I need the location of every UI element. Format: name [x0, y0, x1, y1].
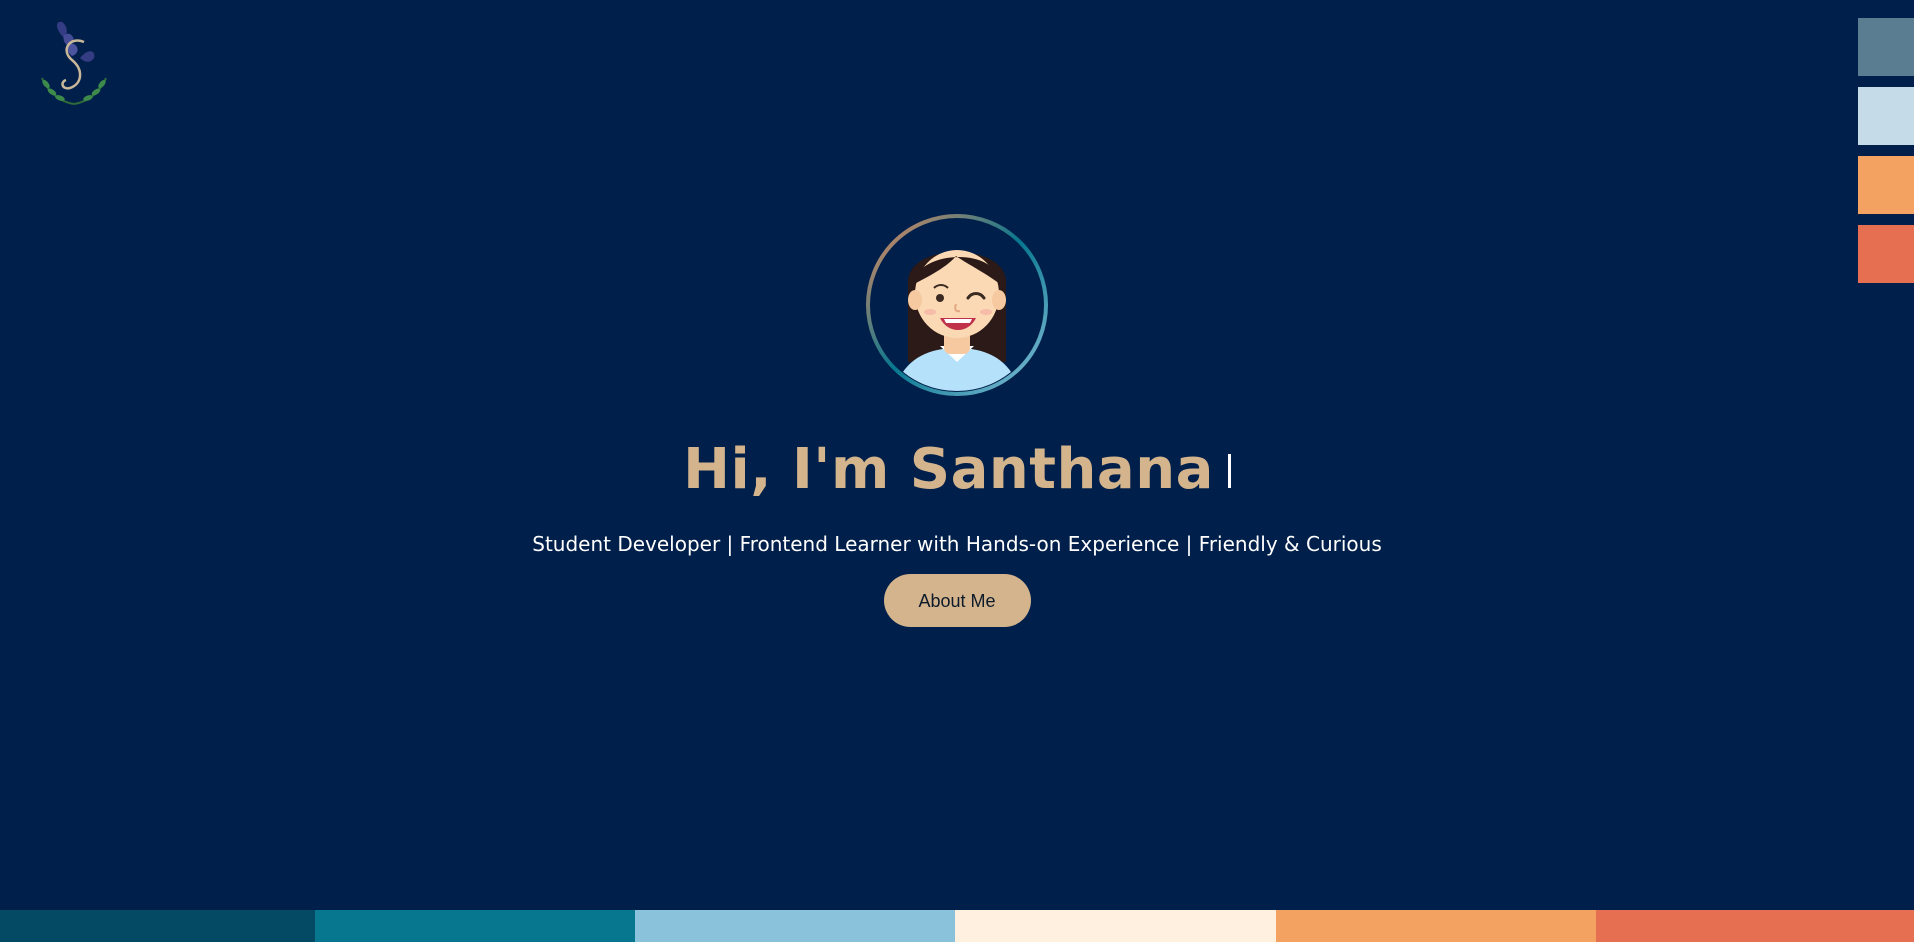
footer-segment-4	[955, 910, 1276, 942]
footer-segment-5	[1276, 910, 1596, 942]
footer-segment-1	[0, 910, 315, 942]
avatar-icon	[866, 214, 1048, 396]
swatch-light-blue[interactable]	[1858, 87, 1914, 145]
footer-segment-3	[635, 910, 955, 942]
swatch-orange[interactable]	[1858, 156, 1914, 214]
avatar	[864, 212, 1050, 398]
hero-section: Hi, I'm Santhana Student Developer | Fro…	[0, 212, 1914, 627]
footer-color-bar	[0, 910, 1914, 942]
about-me-button[interactable]: About Me	[883, 574, 1031, 627]
hero-title: Hi, I'm Santhana	[0, 442, 1914, 498]
hero-title-text: Hi, I'm Santhana	[683, 437, 1214, 502]
page: Hi, I'm Santhana Student Developer | Fro…	[0, 0, 1914, 942]
footer-segment-6	[1596, 910, 1914, 942]
hero-tagline: Student Developer | Frontend Learner wit…	[532, 532, 1382, 556]
typing-cursor	[1227, 454, 1231, 488]
logo-icon[interactable]	[34, 18, 114, 108]
swatch-slate-blue[interactable]	[1858, 18, 1914, 76]
footer-segment-2	[315, 910, 635, 942]
